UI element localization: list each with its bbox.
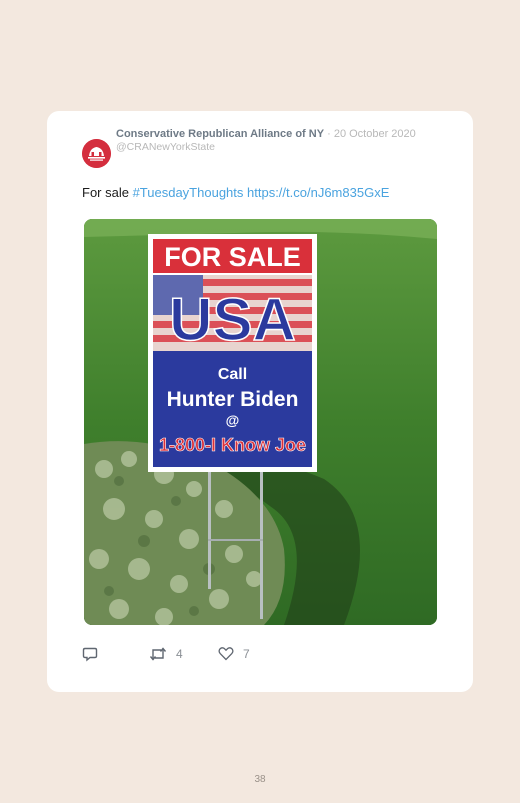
sign-country-text: USA: [169, 286, 296, 353]
header-separator: ·: [324, 128, 334, 140]
retweet-icon: [149, 647, 167, 661]
tweet-actions: 4 7: [82, 646, 442, 666]
tweet-header: Conservative Republican Alliance of NY ·…: [116, 128, 416, 153]
avatar-logo-icon: [82, 139, 111, 168]
hashtag-link[interactable]: #TuesdayThoughts: [133, 185, 244, 200]
url-link[interactable]: https://t.co/nJ6m835GxE: [247, 185, 389, 200]
sign-at-text: @: [226, 412, 240, 428]
author-name[interactable]: Conservative Republican Alliance of NY: [116, 128, 324, 140]
avatar[interactable]: [82, 139, 111, 168]
retweet-button[interactable]: 4: [149, 646, 183, 662]
retweet-count: 4: [176, 647, 183, 661]
tweet-card: Conservative Republican Alliance of NY ·…: [47, 111, 473, 692]
like-button[interactable]: 7: [218, 646, 250, 661]
sign-call-text: Call: [218, 366, 247, 383]
tweet-text: For sale #TuesdayThoughts https://t.co/n…: [82, 185, 389, 200]
page-number: 38: [254, 774, 266, 785]
like-count: 7: [243, 646, 250, 661]
tweet-date[interactable]: 20 October 2020: [334, 128, 416, 140]
reply-button[interactable]: [82, 646, 98, 662]
tweet-image[interactable]: FOR SALE USA Call Hunter Biden @ 1-800-I…: [84, 219, 437, 625]
sign-name-text: Hunter Biden: [167, 388, 299, 411]
heart-icon: [218, 647, 234, 661]
tweet-text-plain: For sale: [82, 185, 133, 200]
yard-sign: FOR SALE USA Call Hunter Biden @ 1-800-I…: [148, 234, 317, 472]
sign-header-text: FOR SALE: [164, 242, 301, 272]
author-handle[interactable]: @CRANewYorkState: [116, 141, 416, 154]
reply-icon: [82, 647, 98, 662]
sign-phone-text: 1-800-I Know Joe: [159, 435, 306, 455]
